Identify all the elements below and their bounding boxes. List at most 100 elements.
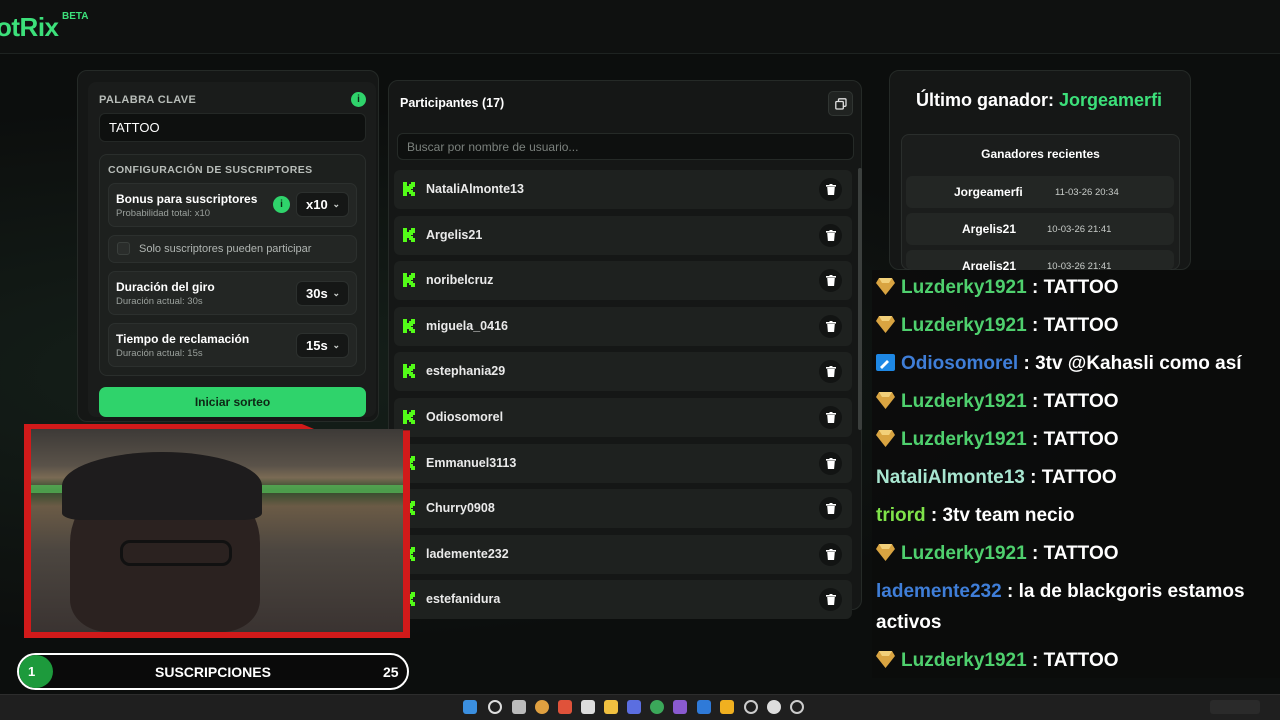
chat-text: : TATTOO [1026, 391, 1119, 412]
delete-button[interactable] [819, 314, 842, 338]
last-winner-label: Último ganador: [916, 90, 1054, 110]
app-icon[interactable] [673, 700, 687, 714]
spin-duration-subtitle: Duración actual: 30s [116, 296, 203, 307]
chat-text: : TATTOO [1026, 277, 1119, 298]
delete-button[interactable] [819, 223, 842, 247]
participant-name: Churry0908 [426, 501, 495, 516]
subscriptions-label: SUSCRIPCIONES [155, 664, 271, 680]
participant-name: Argelis21 [426, 227, 483, 242]
brave-icon[interactable] [558, 700, 572, 714]
chat-username[interactable]: Luzderky1921 [901, 315, 1027, 336]
chat-username[interactable]: Odiosomorel [901, 353, 1018, 374]
winner-row: Argelis21 10-03-26 21:41 [906, 250, 1174, 270]
delete-button[interactable] [819, 269, 842, 293]
chat-text: : TATTOO [1026, 650, 1119, 671]
chat-message: Odiosomorel : 3tv @Kahasli como así [876, 353, 1242, 375]
chat-message: Luzderky1921 : TATTOO [876, 391, 1119, 413]
chat-username[interactable]: NataliAlmonte13 [876, 467, 1025, 488]
participant-row: Odiosomorel [394, 398, 852, 437]
participant-name: noribelcruz [426, 273, 494, 288]
obs-icon[interactable] [744, 700, 758, 714]
top-bar [0, 0, 1280, 54]
chrome-icon[interactable] [535, 700, 549, 714]
chat-username[interactable]: Luzderky1921 [901, 429, 1027, 450]
info-icon[interactable]: i [351, 92, 366, 107]
gem-badge-icon [876, 316, 895, 333]
chat-username[interactable]: Luzderky1921 [901, 277, 1027, 298]
claim-time-title: Tiempo de reclamación [116, 332, 250, 346]
kick-icon [403, 318, 415, 333]
bonus-subtitle: Probabilidad total: x10 [116, 208, 211, 219]
spin-duration-value: 30s [306, 286, 328, 301]
gem-badge-icon [876, 544, 895, 561]
chat-text: : 3tv @Kahasli como así [1018, 353, 1242, 374]
chat-message: Luzderky1921 : TATTOO [876, 277, 1119, 299]
participants-title: Participantes (17) [400, 96, 505, 110]
claim-time-subtitle: Duración actual: 15s [116, 348, 203, 359]
claim-time-select[interactable]: 15s ⌄ [296, 333, 349, 358]
gem-badge-icon [876, 430, 895, 447]
delete-button[interactable] [819, 360, 842, 384]
delete-button[interactable] [819, 451, 842, 475]
chat-username[interactable]: Luzderky1921 [901, 650, 1027, 671]
steam-icon[interactable] [767, 700, 781, 714]
participant-row: miguela_0416 [394, 306, 852, 346]
delete-button[interactable] [819, 406, 842, 429]
chat-username[interactable]: triord [876, 505, 926, 526]
winner-date: 10-03-26 21:41 [1047, 261, 1112, 270]
chat-username[interactable]: lademente232 [876, 581, 1002, 602]
chevron-down-icon: ⌄ [332, 199, 340, 209]
participant-row: noribelcruz [394, 261, 852, 301]
only-subs-label: Solo suscriptores pueden participar [139, 243, 312, 255]
chat-message: NataliAlmonte13 : TATTOO [876, 467, 1117, 489]
trash-icon [825, 412, 836, 423]
shield-icon[interactable] [697, 700, 711, 714]
participants-list: NataliAlmonte13 Argelis21 noribelcruz migue… [394, 170, 854, 622]
trash-icon [825, 184, 836, 195]
participant-row: lademente232 [394, 534, 852, 574]
kick-icon [403, 227, 415, 242]
participant-search-input[interactable]: Buscar por nombre de usuario... [397, 133, 854, 160]
bonus-info-icon[interactable]: i [273, 196, 290, 213]
start-icon[interactable] [463, 700, 477, 714]
delete-button[interactable] [819, 178, 842, 201]
trash-icon [825, 366, 836, 378]
file-explorer-icon[interactable] [604, 700, 618, 714]
discord-icon[interactable] [627, 700, 641, 714]
only-subs-checkbox[interactable] [117, 242, 130, 255]
streamer-cap [62, 452, 262, 520]
gem-badge-icon [876, 392, 895, 409]
winner-row: Jorgeamerfi 11-03-26 20:34 [906, 176, 1174, 208]
media-player-icon[interactable] [790, 700, 804, 714]
calendar-icon[interactable] [581, 700, 595, 714]
chat-username[interactable]: Luzderky1921 [901, 543, 1027, 564]
participant-row: NataliAlmonte13 [394, 170, 852, 209]
kick-icon [403, 182, 415, 196]
delete-button[interactable] [819, 542, 842, 566]
winner-name: Jorgeamerfi [954, 185, 1023, 199]
bonus-title: Bonus para suscriptores [116, 192, 258, 206]
beta-badge: BETA [62, 11, 89, 22]
chat-message: Luzderky1921 : TATTOO [876, 650, 1119, 672]
browser-icon[interactable] [650, 700, 664, 714]
participant-name: estefanidura [426, 592, 501, 607]
task-view-icon[interactable] [512, 700, 526, 714]
claim-time-value: 15s [306, 338, 328, 353]
system-tray[interactable] [1210, 700, 1260, 714]
app-logo[interactable]: otRix [0, 12, 59, 43]
copy-button[interactable] [828, 91, 853, 116]
search-icon[interactable] [488, 700, 502, 714]
copy-icon [834, 97, 847, 110]
app-icon[interactable] [720, 700, 734, 714]
delete-button[interactable] [819, 588, 842, 612]
bonus-select[interactable]: x10 ⌄ [296, 192, 349, 217]
chat-text: : TATTOO [1026, 315, 1119, 336]
start-raffle-button[interactable]: Iniciar sorteo [99, 387, 366, 417]
spin-duration-select[interactable]: 30s ⌄ [296, 281, 349, 306]
participant-name: NataliAlmonte13 [426, 182, 524, 196]
winner-date: 11-03-26 20:34 [1055, 187, 1119, 198]
participants-scrollbar[interactable] [858, 168, 862, 430]
delete-button[interactable] [819, 497, 842, 521]
chat-username[interactable]: Luzderky1921 [901, 391, 1027, 412]
keyword-input[interactable]: TATTOO [99, 113, 366, 142]
